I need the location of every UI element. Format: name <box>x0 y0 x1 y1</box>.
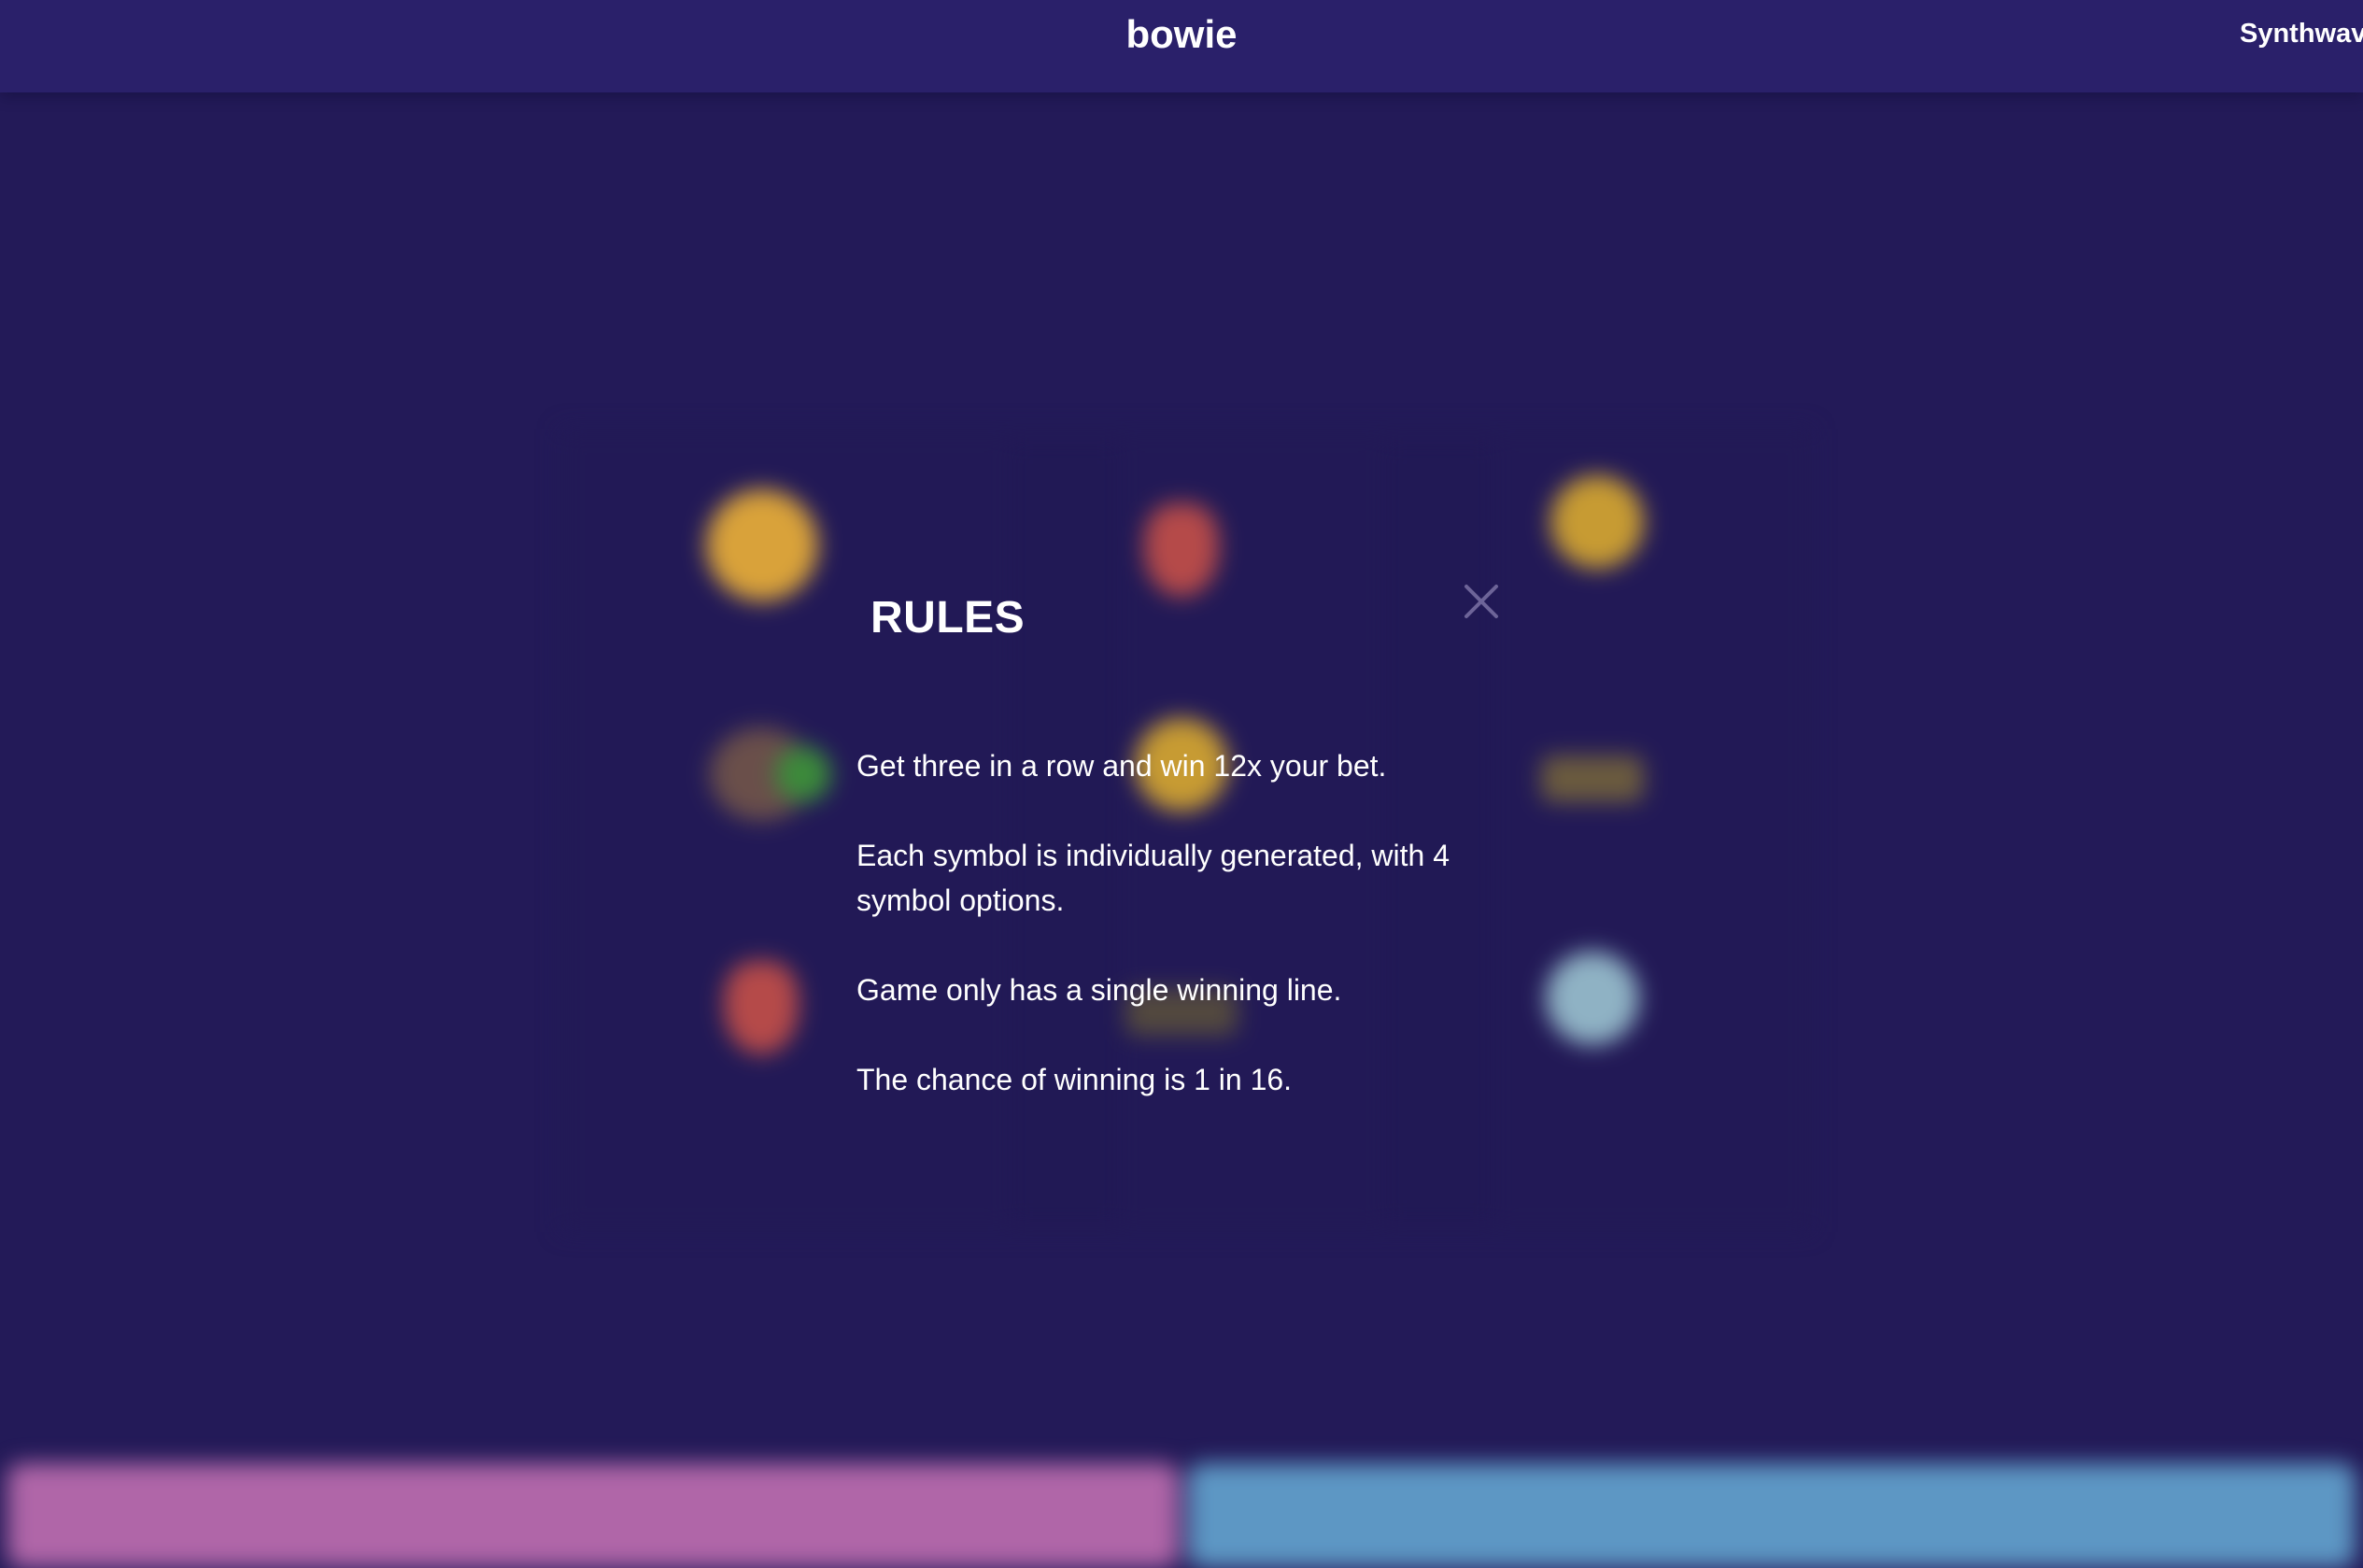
balance-stat-value <box>1905 240 2204 289</box>
modal-title: RULES <box>870 593 1026 643</box>
auto-spin-button <box>1188 1463 2356 1568</box>
rules-text: Get three in a row and win 12x your bet.… <box>856 743 1501 1147</box>
brand-title: bowie <box>1125 12 1238 56</box>
close-icon[interactable] <box>1453 573 1509 629</box>
rule-item: Each symbol is individually generated, w… <box>856 839 1450 917</box>
bet-stat-value <box>131 240 299 289</box>
bet-stat <box>131 186 299 289</box>
theme-selector[interactable]: Synthwav <box>2240 17 2363 50</box>
rule-item: Get three in a row and win 12x your bet. <box>856 749 1387 783</box>
top-header: bowie Synthwav <box>0 0 2363 92</box>
rule-item: Game only has a single winning line. <box>856 973 1342 1007</box>
coin-icon <box>706 489 818 601</box>
heart-icon <box>724 961 799 1054</box>
spin-button <box>7 1463 1179 1568</box>
bar-icon <box>1541 756 1644 802</box>
balance-stat <box>1905 186 2204 289</box>
bet-stat-label <box>131 186 299 219</box>
close-icon-graphic <box>1464 585 1498 618</box>
rules-modal: RULES Get three in a row and win 12x you… <box>822 551 1532 1130</box>
rule-item: The chance of winning is 1 in 16. <box>856 1063 1293 1096</box>
balance-stat-label <box>1905 186 2204 219</box>
gem-icon <box>1546 952 1639 1045</box>
gold-icon <box>1550 475 1644 569</box>
